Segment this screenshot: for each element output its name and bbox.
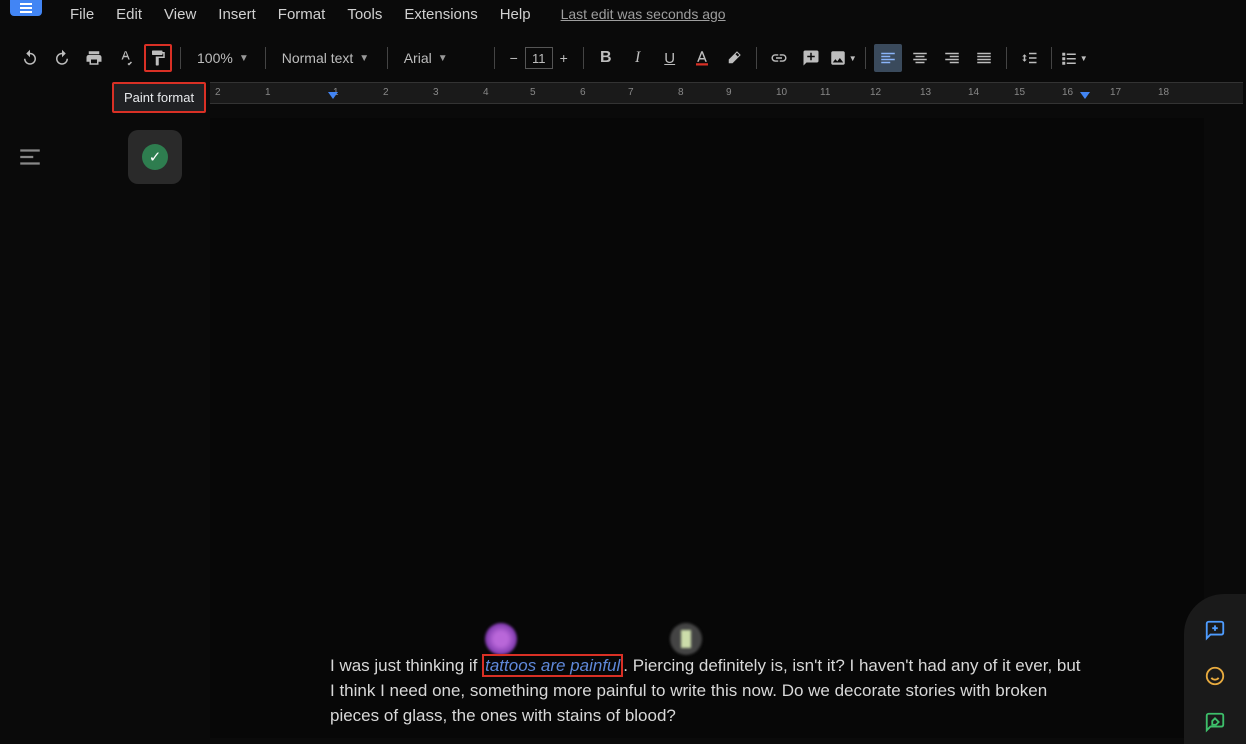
collaborator-cursor-2 — [670, 623, 702, 655]
spelling-check-badge[interactable]: ✓ — [128, 130, 182, 184]
checklist-button[interactable]: ▼ — [1060, 44, 1088, 72]
ruler-number: 5 — [530, 87, 536, 98]
indent-marker-right[interactable] — [1080, 92, 1090, 99]
menu-edit[interactable]: Edit — [106, 2, 152, 27]
insert-link-button[interactable] — [765, 44, 793, 72]
document-body-text[interactable]: I was just thinking if tattoos are painf… — [330, 653, 1084, 728]
divider — [583, 47, 584, 69]
style-value: Normal text — [282, 50, 354, 66]
ruler-number: 8 — [678, 87, 684, 98]
menu-insert[interactable]: Insert — [208, 2, 266, 27]
ruler-number: 1 — [265, 87, 271, 98]
menu-help[interactable]: Help — [490, 2, 541, 27]
divider — [180, 47, 181, 69]
italic-button[interactable]: I — [624, 44, 652, 72]
collaborator-cursor-1 — [485, 623, 517, 655]
ruler[interactable]: 21123456789101112131415161718 — [210, 82, 1243, 104]
zoom-select[interactable]: 100% ▼ — [189, 44, 257, 72]
add-comment-rail-button[interactable] — [1203, 618, 1227, 642]
font-value: Arial — [404, 50, 432, 66]
menu-format[interactable]: Format — [268, 2, 336, 27]
outline-sidebar — [0, 120, 60, 720]
underline-button[interactable]: U — [656, 44, 684, 72]
paragraph-style-select[interactable]: Normal text ▼ — [274, 44, 379, 72]
emoji-rail-button[interactable] — [1203, 664, 1227, 688]
right-rail — [1184, 594, 1246, 744]
spellcheck-button[interactable] — [112, 44, 140, 72]
toolbar: 100% ▼ Normal text ▼ Arial ▼ − 11 + B I … — [8, 38, 1238, 78]
caret-down-icon: ▼ — [438, 53, 448, 64]
check-icon: ✓ — [142, 144, 168, 170]
font-size-control: − 11 + — [503, 44, 575, 72]
ruler-number: 16 — [1062, 87, 1073, 98]
ruler-number: 11 — [820, 87, 830, 98]
increase-font-button[interactable]: + — [553, 47, 575, 69]
ruler-number: 2 — [383, 87, 389, 98]
highlight-color-button[interactable] — [720, 44, 748, 72]
divider — [865, 47, 866, 69]
suggest-edits-rail-button[interactable] — [1203, 710, 1227, 734]
ruler-number: 9 — [726, 87, 732, 98]
divider — [1006, 47, 1007, 69]
ruler-number: 7 — [628, 87, 634, 98]
outline-icon[interactable] — [17, 144, 43, 170]
document-page[interactable]: I was just thinking if tattoos are painf… — [210, 118, 1204, 738]
bold-button[interactable]: B — [592, 44, 620, 72]
text-color-button[interactable] — [688, 44, 716, 72]
caret-down-icon: ▼ — [359, 53, 369, 64]
ruler-number: 6 — [580, 87, 586, 98]
divider — [1051, 47, 1052, 69]
last-edit-link[interactable]: Last edit was seconds ago — [561, 6, 726, 22]
font-select[interactable]: Arial ▼ — [396, 44, 486, 72]
line-spacing-button[interactable] — [1015, 44, 1043, 72]
text-pre: I was just thinking if — [330, 656, 482, 675]
divider — [494, 47, 495, 69]
ruler-number: 13 — [920, 87, 931, 98]
menubar: File Edit View Insert Format Tools Exten… — [60, 0, 1236, 28]
ruler-number: 14 — [968, 87, 979, 98]
ruler-number: 15 — [1014, 87, 1025, 98]
menu-extensions[interactable]: Extensions — [394, 2, 487, 27]
redo-button[interactable] — [48, 44, 76, 72]
menu-tools[interactable]: Tools — [337, 2, 392, 27]
divider — [756, 47, 757, 69]
ruler-number: 12 — [870, 87, 881, 98]
divider — [265, 47, 266, 69]
highlighted-phrase[interactable]: tattoos are painful — [482, 654, 623, 677]
ruler-number: 2 — [215, 87, 221, 98]
add-comment-button[interactable] — [797, 44, 825, 72]
print-button[interactable] — [80, 44, 108, 72]
ruler-number: 18 — [1158, 87, 1169, 98]
zoom-value: 100% — [197, 50, 233, 66]
docs-app-icon[interactable] — [10, 0, 42, 16]
paint-format-button[interactable] — [144, 44, 172, 72]
ruler-number: 3 — [433, 87, 439, 98]
undo-button[interactable] — [16, 44, 44, 72]
ruler-number: 10 — [776, 87, 787, 98]
divider — [387, 47, 388, 69]
caret-down-icon: ▼ — [239, 53, 249, 64]
indent-marker[interactable] — [328, 92, 338, 99]
align-center-button[interactable] — [906, 44, 934, 72]
menu-view[interactable]: View — [154, 2, 206, 27]
decrease-font-button[interactable]: − — [503, 47, 525, 69]
insert-image-button[interactable]: ▼ — [829, 44, 857, 72]
menu-file[interactable]: File — [60, 2, 104, 27]
ruler-number: 4 — [483, 87, 489, 98]
paint-format-tooltip: Paint format — [112, 82, 206, 113]
ruler-number: 17 — [1110, 87, 1121, 98]
align-left-button[interactable] — [874, 44, 902, 72]
align-justify-button[interactable] — [970, 44, 998, 72]
font-size-input[interactable]: 11 — [525, 47, 553, 69]
align-right-button[interactable] — [938, 44, 966, 72]
